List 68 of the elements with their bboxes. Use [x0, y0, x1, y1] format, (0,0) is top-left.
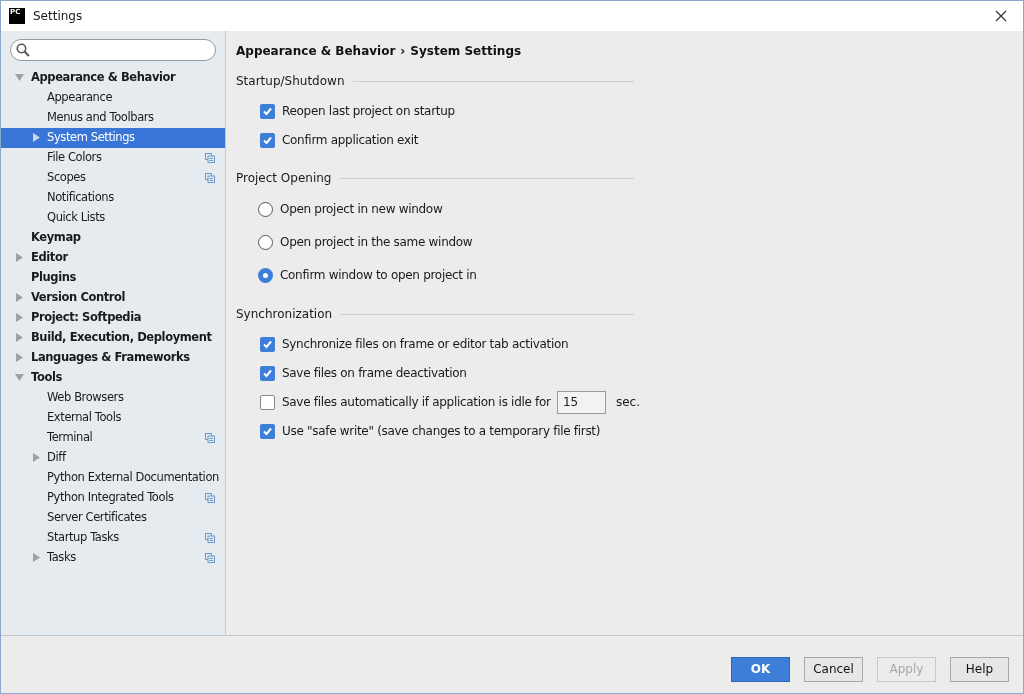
option-label: Use "safe write" (save changes to a temporary file first) — [282, 423, 601, 440]
section-title: Project Opening — [236, 170, 332, 187]
radio-button[interactable] — [258, 267, 273, 283]
tree-item[interactable]: Web Browsers — [1, 388, 225, 408]
triangle-down-icon[interactable] — [15, 373, 25, 383]
tree-item[interactable]: Keymap — [1, 228, 225, 248]
option-label: Confirm application exit — [282, 132, 419, 149]
radio-button[interactable] — [258, 201, 273, 217]
checkbox[interactable] — [260, 336, 275, 352]
option-label: Synchronize files on frame or editor tab activation — [282, 336, 569, 353]
triangle-right-icon[interactable] — [15, 333, 25, 343]
tree-item[interactable]: Plugins — [1, 268, 225, 288]
tree-item[interactable]: Tasks — [1, 548, 225, 568]
triangle-down-icon[interactable] — [15, 73, 25, 83]
triangle-right-icon[interactable] — [15, 293, 25, 303]
checkbox[interactable] — [260, 132, 275, 148]
tree-item[interactable]: Menus and Toolbars — [1, 108, 225, 128]
search-icon — [16, 43, 30, 57]
tree-item[interactable]: Startup Tasks — [1, 528, 225, 548]
close-icon[interactable] — [995, 10, 1007, 22]
tree-item[interactable]: Scopes — [1, 168, 225, 188]
triangle-right-icon[interactable] — [32, 133, 42, 143]
dialog-button[interactable]: OK — [731, 656, 790, 682]
checkbox[interactable] — [260, 365, 275, 381]
triangle-right-icon[interactable] — [32, 453, 42, 463]
checkbox[interactable] — [260, 423, 275, 439]
checkbox[interactable] — [260, 103, 275, 119]
breadcrumb-item: System Settings — [410, 43, 522, 60]
search-field[interactable] — [10, 39, 216, 61]
tree-item[interactable]: File Colors — [1, 148, 225, 168]
tree-item[interactable]: Appearance — [1, 88, 225, 108]
tree-item[interactable]: Terminal — [1, 428, 225, 448]
triangle-right-icon[interactable] — [15, 313, 25, 323]
tree-item[interactable]: Build, Execution, Deployment — [1, 328, 225, 348]
breadcrumb-separator: › — [400, 43, 406, 60]
tree-item[interactable]: Quick Lists — [1, 208, 225, 228]
option-label: Open project in the same window — [280, 234, 473, 251]
checkbox[interactable] — [260, 394, 275, 410]
tree-item[interactable]: System Settings — [1, 128, 225, 148]
tree-item[interactable]: External Tools — [1, 408, 225, 428]
tree-item[interactable]: Version Control — [1, 288, 225, 308]
section-title: Startup/Shutdown — [236, 73, 345, 90]
section-title: Synchronization — [236, 306, 333, 323]
tree-item[interactable]: Project: Softpedia — [1, 308, 225, 328]
triangle-right-icon[interactable] — [32, 553, 42, 563]
option-label: Save files on frame deactivation — [282, 365, 467, 382]
option-label: Save files automatically if application is idle for — [282, 394, 551, 411]
input-field[interactable]: 15 — [556, 390, 606, 414]
tree-item[interactable]: Server Certificates — [1, 508, 225, 528]
tree-item[interactable]: Python Integrated Tools — [1, 488, 225, 508]
tree-item[interactable]: Tools — [1, 368, 225, 388]
tree-item[interactable]: Notifications — [1, 188, 225, 208]
tree-item[interactable]: Appearance & Behavior — [1, 68, 225, 88]
option-label: Open project in new window — [280, 201, 443, 218]
triangle-right-icon[interactable] — [15, 353, 25, 363]
triangle-right-icon[interactable] — [15, 253, 25, 263]
tree-item[interactable]: Languages & Frameworks — [1, 348, 225, 368]
dialog-button[interactable]: Cancel — [804, 656, 863, 682]
unit-label: sec. — [615, 394, 640, 411]
breadcrumb-item: Appearance & Behavior — [236, 43, 396, 60]
window-title: Settings — [33, 8, 84, 25]
tree-item[interactable]: Editor — [1, 248, 225, 268]
radio-button[interactable] — [258, 234, 273, 250]
tree-item[interactable]: Diff — [1, 448, 225, 468]
tree-item[interactable]: Python External Documentation — [1, 468, 225, 488]
option-label: Confirm window to open project in — [280, 267, 477, 284]
dialog-button[interactable]: Help — [950, 656, 1009, 682]
option-label: Reopen last project on startup — [282, 103, 455, 120]
